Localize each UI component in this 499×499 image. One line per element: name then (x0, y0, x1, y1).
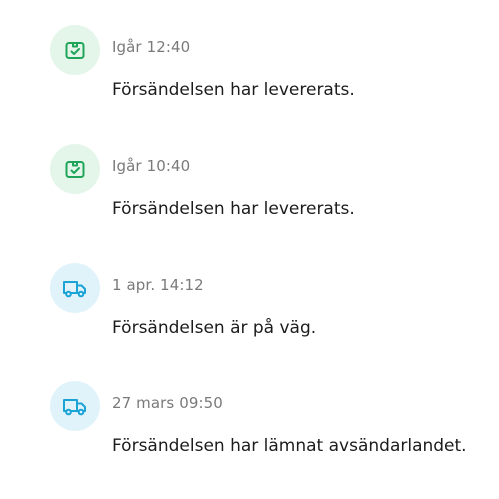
timeline-event: Igår 10:40 Försändelsen har levererats. (0, 144, 499, 262)
event-message: Försändelsen är på väg. (112, 318, 317, 338)
transit-status-badge (50, 263, 100, 313)
event-timestamp: Igår 12:40 (112, 38, 191, 56)
transit-status-badge (50, 381, 100, 431)
delivered-status-badge (50, 25, 100, 75)
timeline-event: 1 apr. 14:12 Försändelsen är på väg. (0, 263, 499, 381)
event-timestamp: Igår 10:40 (112, 157, 191, 175)
package-check-icon (63, 157, 87, 181)
timeline-event: 27 mars 09:50 Försändelsen har lämnat av… (0, 381, 499, 499)
event-message: Försändelsen har levererats. (112, 199, 355, 219)
truck-icon (61, 276, 89, 300)
event-message: Försändelsen har lämnat avsändarlandet. (112, 436, 467, 456)
timeline-event: Igår 12:40 Försändelsen har levererats. (0, 25, 499, 143)
delivered-status-badge (50, 144, 100, 194)
event-timestamp: 1 apr. 14:12 (112, 276, 204, 294)
event-timestamp: 27 mars 09:50 (112, 394, 223, 412)
package-check-icon (63, 38, 87, 62)
event-message: Försändelsen har levererats. (112, 80, 355, 100)
truck-icon (61, 394, 89, 418)
tracking-timeline: Igår 12:40 Försändelsen har levererats. … (0, 0, 499, 494)
